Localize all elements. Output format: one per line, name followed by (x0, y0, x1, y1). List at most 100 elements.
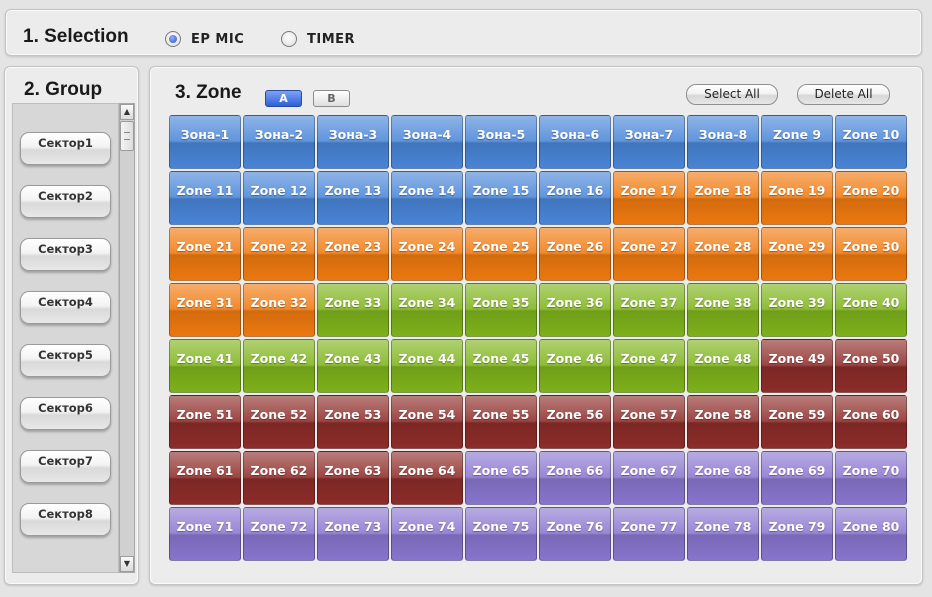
zone-button-49[interactable]: Zone 49 (761, 339, 833, 393)
zone-button-55[interactable]: Zone 55 (465, 395, 537, 449)
zone-button-64[interactable]: Zone 64 (391, 451, 463, 505)
zone-button-35[interactable]: Zone 35 (465, 283, 537, 337)
group-button-8[interactable]: Сектор8 (20, 503, 111, 536)
zone-button-51[interactable]: Zone 51 (169, 395, 241, 449)
zone-button-63[interactable]: Zone 63 (317, 451, 389, 505)
zone-button-78[interactable]: Zone 78 (687, 507, 759, 561)
zone-button-14[interactable]: Zone 14 (391, 171, 463, 225)
scroll-up-arrow-icon[interactable]: ▲ (120, 104, 134, 120)
zone-button-32[interactable]: Zone 32 (243, 283, 315, 337)
zone-button-60[interactable]: Zone 60 (835, 395, 907, 449)
zone-button-4[interactable]: Зона-4 (391, 115, 463, 169)
zone-button-76[interactable]: Zone 76 (539, 507, 611, 561)
zone-button-65[interactable]: Zone 65 (465, 451, 537, 505)
group-button-2[interactable]: Сектор2 (20, 185, 111, 218)
zone-button-79[interactable]: Zone 79 (761, 507, 833, 561)
zone-button-66[interactable]: Zone 66 (539, 451, 611, 505)
zone-button-45[interactable]: Zone 45 (465, 339, 537, 393)
zone-button-13[interactable]: Zone 13 (317, 171, 389, 225)
group-scrollbar[interactable]: ▲ ▼ (119, 103, 135, 573)
zone-button-21[interactable]: Zone 21 (169, 227, 241, 281)
zone-button-72[interactable]: Zone 72 (243, 507, 315, 561)
zone-button-8[interactable]: Зона-8 (687, 115, 759, 169)
zone-button-22[interactable]: Zone 22 (243, 227, 315, 281)
group-button-5[interactable]: Сектор5 (20, 344, 111, 377)
zone-button-26[interactable]: Zone 26 (539, 227, 611, 281)
zone-button-20[interactable]: Zone 20 (835, 171, 907, 225)
zone-tab-a[interactable]: A (265, 90, 302, 107)
zone-button-11[interactable]: Zone 11 (169, 171, 241, 225)
zone-button-46[interactable]: Zone 46 (539, 339, 611, 393)
zone-button-30[interactable]: Zone 30 (835, 227, 907, 281)
zone-button-2[interactable]: Зона-2 (243, 115, 315, 169)
group-button-4[interactable]: Сектор4 (20, 291, 111, 324)
zone-button-41[interactable]: Zone 41 (169, 339, 241, 393)
zone-button-29[interactable]: Zone 29 (761, 227, 833, 281)
zone-button-50[interactable]: Zone 50 (835, 339, 907, 393)
zone-button-10[interactable]: Zone 10 (835, 115, 907, 169)
zone-button-15[interactable]: Zone 15 (465, 171, 537, 225)
zone-button-71[interactable]: Zone 71 (169, 507, 241, 561)
group-button-7[interactable]: Сектор7 (20, 450, 111, 483)
zone-button-6[interactable]: Зона-6 (539, 115, 611, 169)
zone-button-33[interactable]: Zone 33 (317, 283, 389, 337)
zone-tab-b[interactable]: B (313, 90, 350, 107)
radio-timer[interactable]: TIMER (281, 29, 355, 49)
zone-button-28[interactable]: Zone 28 (687, 227, 759, 281)
group-button-6[interactable]: Сектор6 (20, 397, 111, 430)
zone-button-68[interactable]: Zone 68 (687, 451, 759, 505)
zone-button-70[interactable]: Zone 70 (835, 451, 907, 505)
delete-all-button[interactable]: Delete All (797, 84, 890, 105)
zone-button-17[interactable]: Zone 17 (613, 171, 685, 225)
zone-button-19[interactable]: Zone 19 (761, 171, 833, 225)
zone-button-74[interactable]: Zone 74 (391, 507, 463, 561)
zone-button-47[interactable]: Zone 47 (613, 339, 685, 393)
zone-button-25[interactable]: Zone 25 (465, 227, 537, 281)
radio-checked-icon[interactable] (165, 31, 181, 47)
zone-button-5[interactable]: Зона-5 (465, 115, 537, 169)
zone-button-7[interactable]: Зона-7 (613, 115, 685, 169)
group-button-1[interactable]: Сектор1 (20, 132, 111, 165)
zone-button-58[interactable]: Zone 58 (687, 395, 759, 449)
zone-button-77[interactable]: Zone 77 (613, 507, 685, 561)
radio-unchecked-icon[interactable] (281, 31, 297, 47)
zone-button-43[interactable]: Zone 43 (317, 339, 389, 393)
zone-button-34[interactable]: Zone 34 (391, 283, 463, 337)
radio-ep-mic[interactable]: EP MIC (165, 29, 244, 49)
zone-button-37[interactable]: Zone 37 (613, 283, 685, 337)
zone-button-12[interactable]: Zone 12 (243, 171, 315, 225)
zone-button-75[interactable]: Zone 75 (465, 507, 537, 561)
zone-button-54[interactable]: Zone 54 (391, 395, 463, 449)
zone-button-80[interactable]: Zone 80 (835, 507, 907, 561)
scroll-thumb[interactable] (120, 121, 134, 151)
zone-button-39[interactable]: Zone 39 (761, 283, 833, 337)
zone-button-53[interactable]: Zone 53 (317, 395, 389, 449)
zone-button-48[interactable]: Zone 48 (687, 339, 759, 393)
zone-button-69[interactable]: Zone 69 (761, 451, 833, 505)
group-button-3[interactable]: Сектор3 (20, 238, 111, 271)
zone-button-62[interactable]: Zone 62 (243, 451, 315, 505)
zone-button-9[interactable]: Zone 9 (761, 115, 833, 169)
zone-button-24[interactable]: Zone 24 (391, 227, 463, 281)
select-all-button[interactable]: Select All (686, 84, 778, 105)
zone-button-16[interactable]: Zone 16 (539, 171, 611, 225)
zone-button-3[interactable]: Зона-3 (317, 115, 389, 169)
zone-button-38[interactable]: Zone 38 (687, 283, 759, 337)
zone-button-67[interactable]: Zone 67 (613, 451, 685, 505)
zone-button-23[interactable]: Zone 23 (317, 227, 389, 281)
zone-button-73[interactable]: Zone 73 (317, 507, 389, 561)
zone-button-44[interactable]: Zone 44 (391, 339, 463, 393)
zone-button-40[interactable]: Zone 40 (835, 283, 907, 337)
zone-button-59[interactable]: Zone 59 (761, 395, 833, 449)
scroll-down-arrow-icon[interactable]: ▼ (120, 556, 134, 572)
zone-button-56[interactable]: Zone 56 (539, 395, 611, 449)
zone-button-18[interactable]: Zone 18 (687, 171, 759, 225)
zone-button-57[interactable]: Zone 57 (613, 395, 685, 449)
zone-button-61[interactable]: Zone 61 (169, 451, 241, 505)
zone-button-42[interactable]: Zone 42 (243, 339, 315, 393)
zone-button-27[interactable]: Zone 27 (613, 227, 685, 281)
zone-button-31[interactable]: Zone 31 (169, 283, 241, 337)
zone-button-52[interactable]: Zone 52 (243, 395, 315, 449)
zone-button-1[interactable]: Зона-1 (169, 115, 241, 169)
zone-button-36[interactable]: Zone 36 (539, 283, 611, 337)
